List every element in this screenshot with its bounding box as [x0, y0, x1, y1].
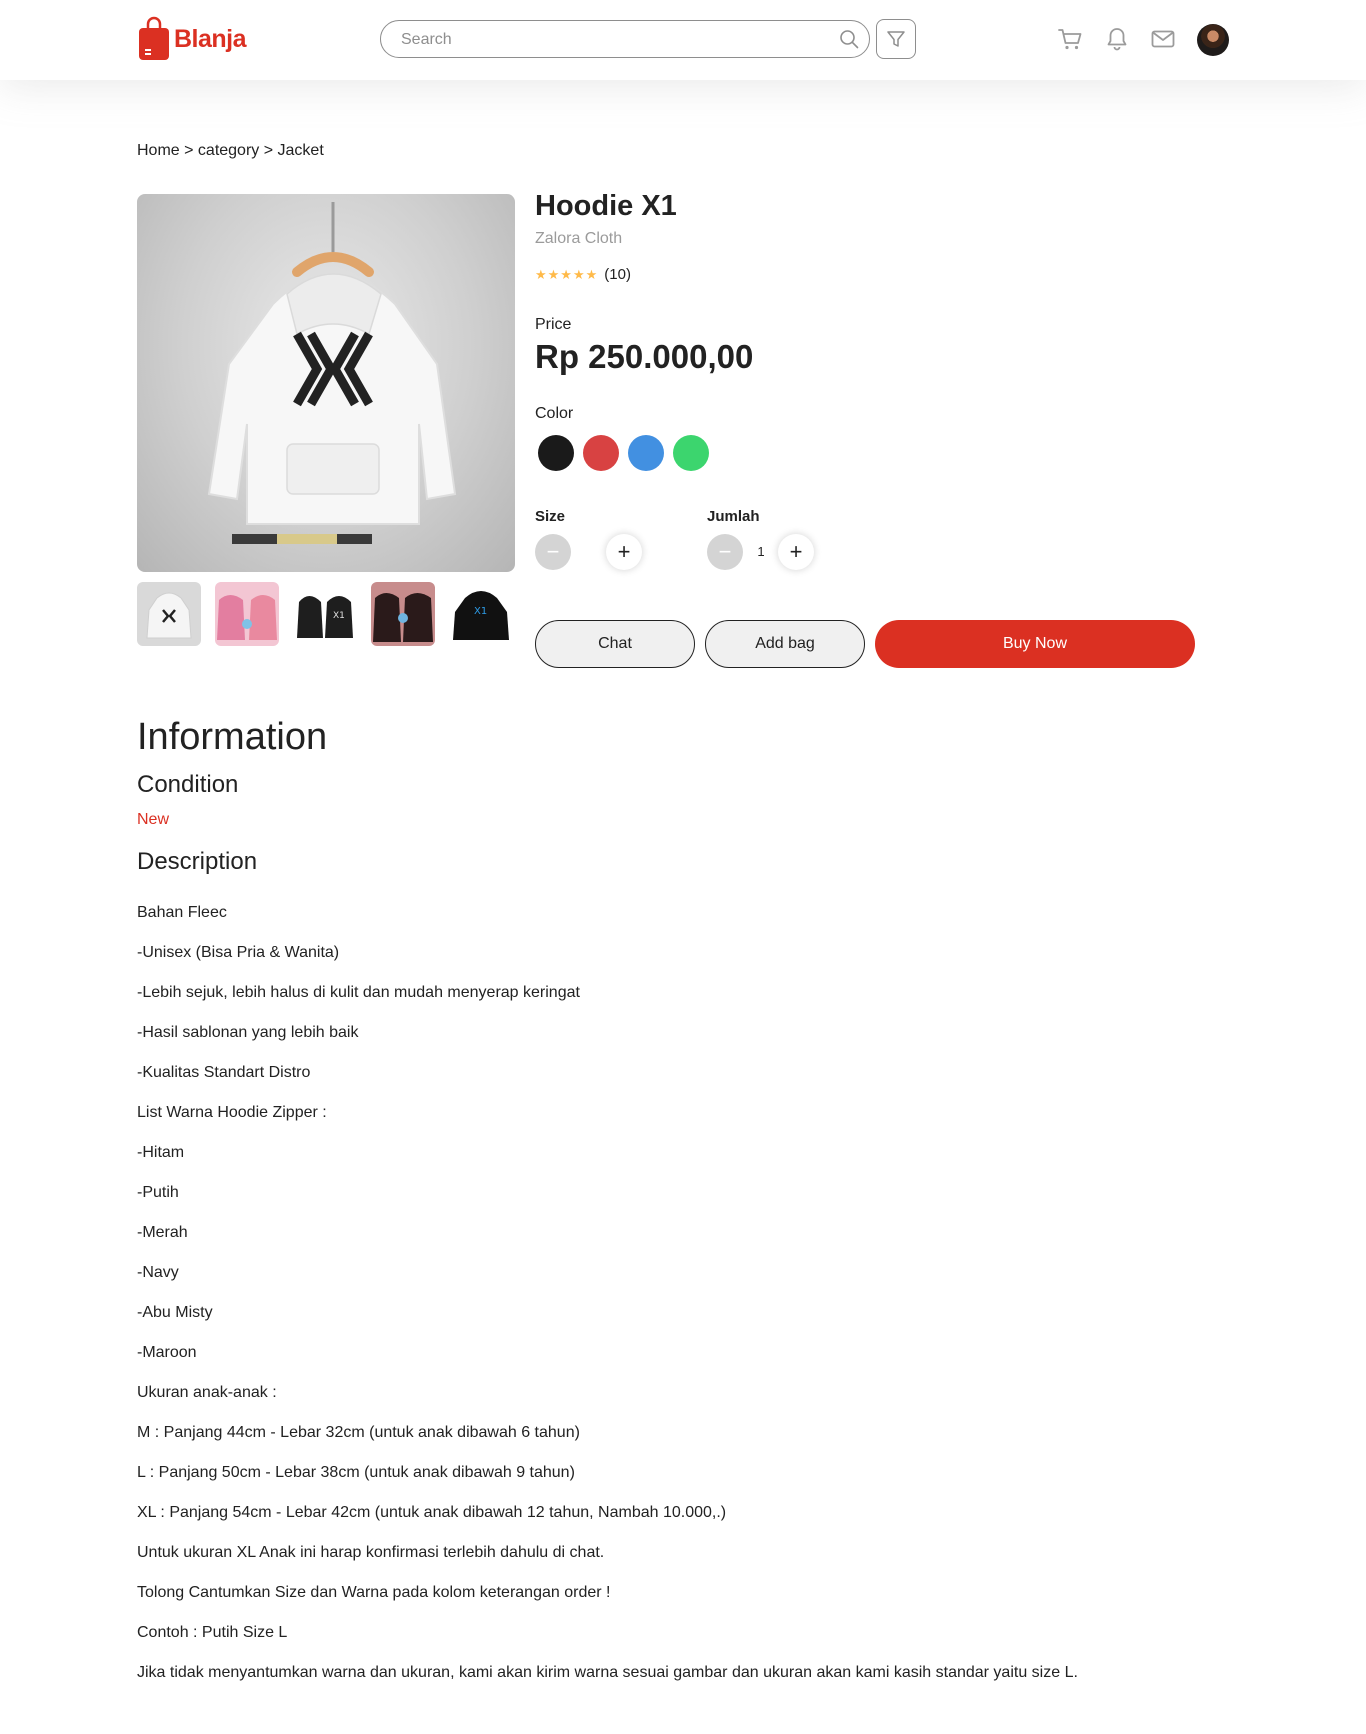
- description-line: -Navy: [137, 1264, 179, 1281]
- star-rating-icon: ★★★★★: [535, 266, 599, 282]
- product-thumbnails: X1 X1: [137, 582, 515, 646]
- product-title: Hoodie X1: [535, 190, 677, 222]
- filter-icon: [887, 31, 905, 47]
- user-avatar[interactable]: [1197, 24, 1229, 56]
- description-line: -Kualitas Standart Distro: [137, 1064, 311, 1081]
- cart-icon[interactable]: [1057, 26, 1083, 52]
- store-name[interactable]: Zalora Cloth: [535, 230, 622, 248]
- description-line: Untuk ukuran XL Anak ini harap konfirmas…: [137, 1544, 605, 1561]
- description-line: List Warna Hoodie Zipper :: [137, 1104, 327, 1121]
- mail-icon[interactable]: [1150, 26, 1176, 52]
- description-line: -Merah: [137, 1224, 188, 1241]
- svg-text:X1: X1: [333, 611, 345, 621]
- hoodie-image: [207, 202, 457, 544]
- condition-title: Condition: [137, 771, 239, 798]
- brand-name: Blanja: [174, 24, 247, 53]
- navbar: Blanja: [0, 0, 1366, 80]
- description-line: M : Panjang 44cm - Lebar 32cm (untuk ana…: [137, 1424, 580, 1441]
- thumbnail-1[interactable]: [137, 582, 201, 646]
- thumbnail-5[interactable]: X1: [449, 582, 513, 646]
- color-label: Color: [535, 405, 574, 422]
- color-swatch[interactable]: [673, 435, 709, 471]
- thumbnail-3[interactable]: X1: [293, 582, 357, 646]
- quantity-label: Jumlah: [707, 508, 760, 525]
- add-bag-button[interactable]: Add bag: [705, 620, 865, 668]
- color-options: [538, 435, 718, 471]
- brand-logo[interactable]: Blanja: [138, 16, 247, 62]
- description-line: -Unisex (Bisa Pria & Wanita): [137, 944, 340, 961]
- description-line: Bahan Fleec: [137, 904, 227, 921]
- search-input[interactable]: [399, 29, 813, 51]
- description-line: XL : Panjang 54cm - Lebar 42cm (untuk an…: [137, 1504, 727, 1521]
- svg-text:X1: X1: [474, 606, 487, 617]
- bell-icon[interactable]: [1104, 26, 1130, 52]
- quantity-increase-button[interactable]: +: [778, 534, 814, 570]
- filter-button[interactable]: [876, 19, 916, 59]
- price-label: Price: [535, 316, 572, 333]
- description-line: Jika tidak menyantumkan warna dan ukuran…: [137, 1664, 1078, 1681]
- size-increase-button[interactable]: +: [606, 534, 642, 570]
- description-line: -Hasil sablonan yang lebih baik: [137, 1024, 359, 1041]
- description-line: Tolong Cantumkan Size dan Warna pada kol…: [137, 1584, 611, 1601]
- breadcrumb[interactable]: Home > category > Jacket: [137, 142, 324, 160]
- rating: ★★★★★ (10): [535, 266, 631, 283]
- description-title: Description: [137, 848, 258, 875]
- description-line: L : Panjang 50cm - Lebar 38cm (untuk ana…: [137, 1464, 575, 1481]
- description-line: Contoh : Putih Size L: [137, 1624, 288, 1641]
- condition-value: New: [137, 811, 170, 828]
- shopping-bag-icon: [139, 16, 169, 60]
- chat-button[interactable]: Chat: [535, 620, 695, 668]
- thumbnail-2[interactable]: [215, 582, 279, 646]
- information-title: Information: [137, 716, 328, 758]
- description-line: -Maroon: [137, 1344, 197, 1361]
- review-count: (10): [604, 266, 631, 283]
- color-swatch[interactable]: [583, 435, 619, 471]
- color-swatch[interactable]: [628, 435, 664, 471]
- color-swatch[interactable]: [538, 435, 574, 471]
- quantity-value: 1: [757, 544, 765, 559]
- quantity-decrease-button[interactable]: −: [707, 534, 743, 570]
- thumbnail-4[interactable]: [371, 582, 435, 646]
- search-bar: [380, 20, 870, 58]
- product-main-image: [137, 194, 515, 572]
- price-value: Rp 250.000,00: [535, 338, 754, 375]
- description-line: -Lebih sejuk, lebih halus di kulit dan m…: [137, 984, 580, 1001]
- size-decrease-button[interactable]: −: [535, 534, 571, 570]
- buy-now-button[interactable]: Buy Now: [875, 620, 1195, 668]
- description-line: -Abu Misty: [137, 1304, 213, 1321]
- search-icon[interactable]: [839, 29, 859, 49]
- size-label: Size: [535, 508, 566, 525]
- description-line: -Hitam: [137, 1144, 185, 1161]
- description-line: Ukuran anak-anak :: [137, 1384, 277, 1401]
- description-line: -Putih: [137, 1184, 179, 1201]
